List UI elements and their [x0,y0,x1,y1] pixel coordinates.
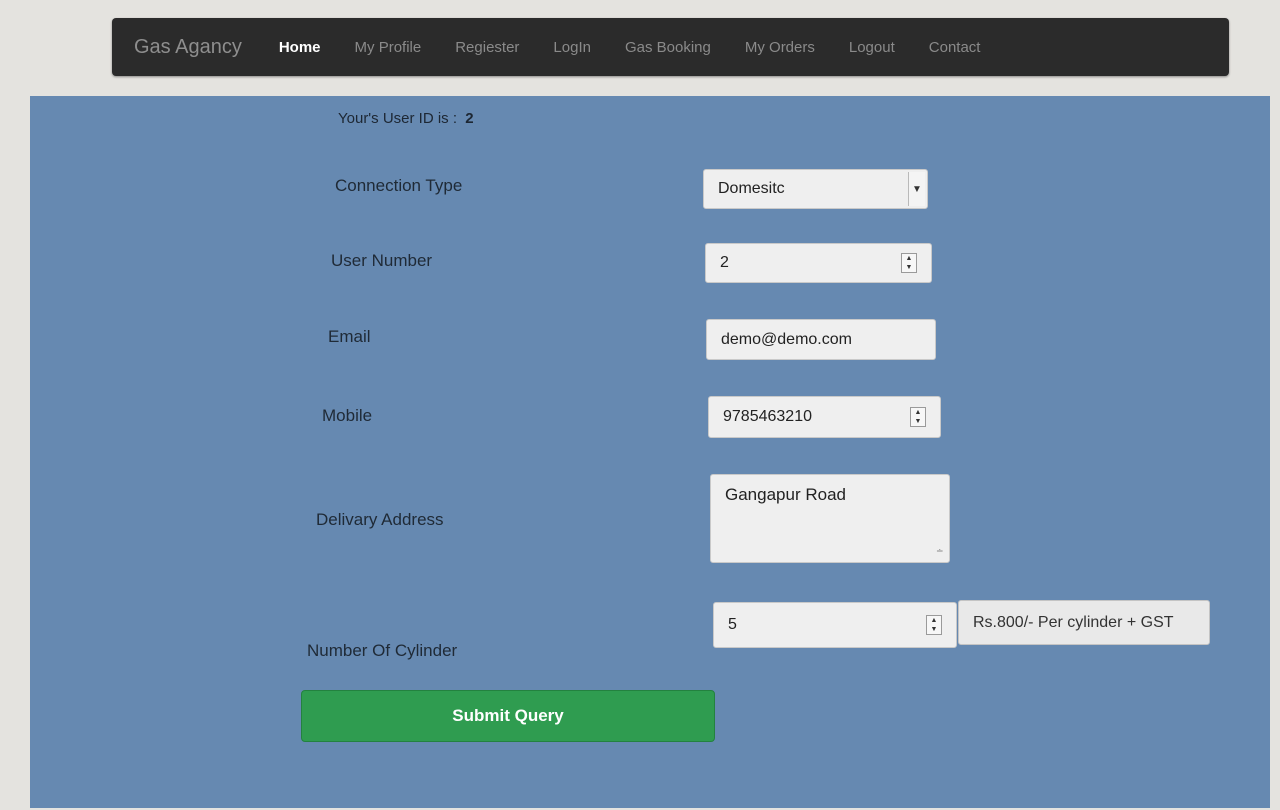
user-id-value: 2 [465,110,474,127]
nav-gas-booking[interactable]: Gas Booking [608,39,728,56]
mobile-value: 9785463210 [723,408,812,425]
nav-my-profile[interactable]: My Profile [338,39,439,56]
email-label: Email [328,327,371,346]
nav-home[interactable]: Home [262,39,338,56]
submit-query-button[interactable]: Submit Query [301,690,715,742]
resize-grip-icon[interactable]: ∸ [936,546,1276,808]
user-number-input[interactable]: 2 ▲ ▼ [705,243,932,283]
top-navbar: Gas Agancy Home My Profile Regiester Log… [112,18,1229,76]
connection-type-value: Domesitc [718,180,785,197]
number-spinner-icon[interactable]: ▲ ▼ [910,407,926,427]
nav-logout[interactable]: Logout [832,39,912,56]
number-spinner-icon[interactable]: ▲ ▼ [901,253,917,273]
brand-logo[interactable]: Gas Agancy [134,36,242,59]
nav-my-orders[interactable]: My Orders [728,39,832,56]
email-value: demo@demo.com [721,330,852,348]
user-number-label: User Number [331,251,433,270]
mobile-label: Mobile [322,406,373,425]
chevron-down-icon[interactable]: ▼ [908,172,925,206]
delivery-address-label: Delivary Address [316,510,444,529]
mobile-input[interactable]: 9785463210 ▲ ▼ [708,396,941,438]
nav-register[interactable]: Regiester [438,39,536,56]
nav-contact[interactable]: Contact [912,39,998,56]
nav-login[interactable]: LogIn [536,39,608,56]
cylinder-count-value: 5 [728,616,737,633]
email-field[interactable]: demo@demo.com [706,319,936,360]
number-spinner-icon[interactable]: ▲ ▼ [926,615,942,635]
price-note-text: Rs.800/- Per cylinder + GST [973,613,1174,631]
user-id-line: Your's User ID is : 2 [338,110,474,127]
user-id-text: Your's User ID is : [338,110,458,127]
user-number-value: 2 [720,254,729,271]
connection-type-label: Connection Type [335,176,463,195]
cylinder-count-input[interactable]: 5 ▲ ▼ [713,602,957,648]
price-note-addon: Rs.800/- Per cylinder + GST [958,600,1210,645]
cylinder-count-label: Number Of Cylinder [307,641,458,660]
connection-type-select[interactable]: Domesitc ▼ [703,169,928,209]
delivery-address-textarea[interactable] [710,474,950,563]
